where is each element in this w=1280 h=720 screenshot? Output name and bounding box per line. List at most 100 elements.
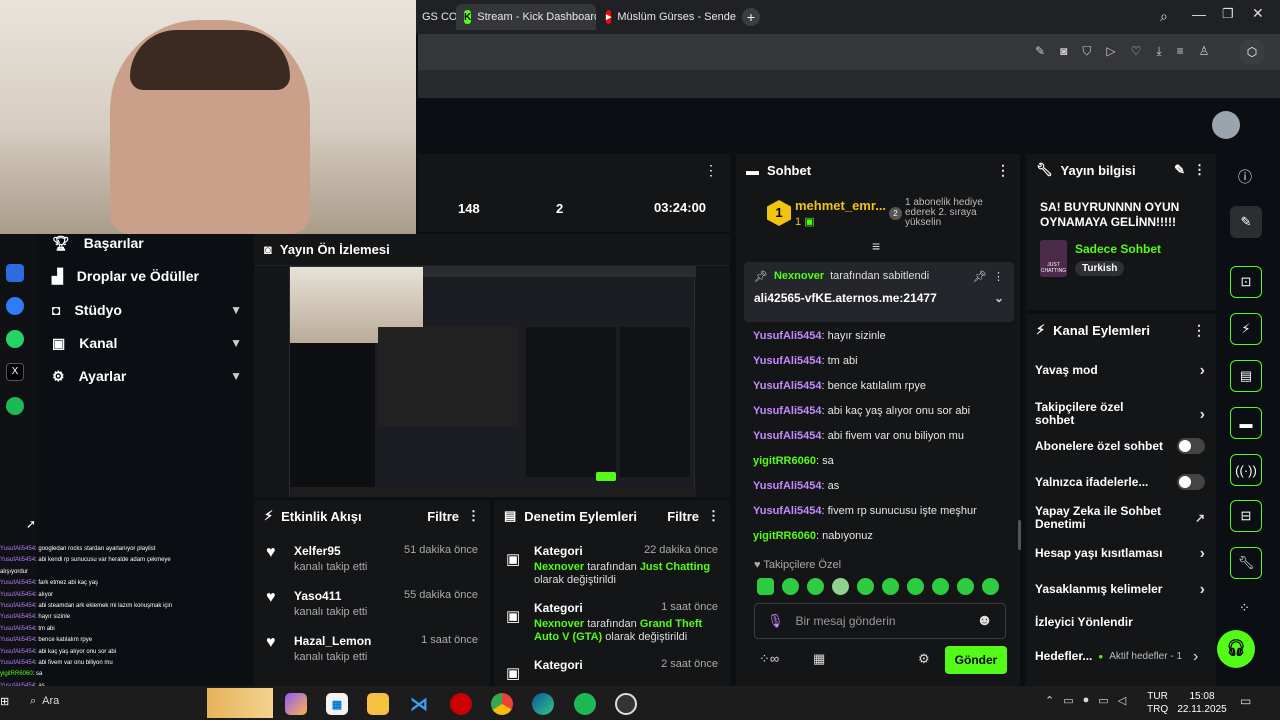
channel-action-2[interactable]: Abonelere özel sohbet [1035, 438, 1205, 454]
language-indicator[interactable]: TUR TRQ [1147, 690, 1168, 716]
broadcast-toggle-button[interactable]: ((·)) [1230, 454, 1262, 486]
play-icon[interactable]: ▷ [1106, 44, 1115, 59]
vscode-icon[interactable]: ⋊ [408, 693, 430, 715]
chat-username[interactable]: YusufAli5454 [753, 330, 821, 342]
tab-kick-dashboard[interactable]: K Stream - Kick Dashboard [456, 4, 596, 30]
chat-username[interactable]: YusufAli5454 [753, 380, 821, 392]
chat-menu-icon[interactable]: ⋮ [996, 162, 1010, 179]
camera-icon[interactable]: ◙ [1060, 44, 1067, 59]
emote-icon[interactable] [782, 578, 799, 595]
extension-icon[interactable]: ⬡ [1240, 40, 1264, 64]
restore-icon[interactable]: ❐ [1222, 6, 1234, 22]
spotify-icon[interactable] [6, 397, 24, 415]
new-tab-button[interactable]: + [742, 8, 760, 26]
chat-message[interactable]: YusufAli5454: bence katılalım rpye [753, 380, 926, 392]
chat-message[interactable]: YusufAli5454: abi fivem var onu biliyon … [753, 430, 964, 442]
channel-actions-menu-icon[interactable]: ⋮ [1192, 322, 1206, 339]
channel-action-5[interactable]: Hesap yaşı kısıtlaması › [1035, 546, 1205, 562]
toggle-switch[interactable] [1177, 438, 1205, 454]
moderation-item[interactable]: ▣ Kategori 1 saat önce Nexnover tarafından … [494, 601, 730, 658]
chat-username[interactable]: YusufAli5454 [753, 355, 821, 367]
profile-icon[interactable]: ♙ [1199, 44, 1210, 59]
chevron-up-icon[interactable]: ⌃ [1045, 694, 1054, 707]
channel-action-6[interactable]: Yasaklanmış kelimeler › [1035, 582, 1205, 598]
category-link[interactable]: Sadece Sohbet [1075, 242, 1161, 256]
activity-toggle-button[interactable]: ⚡︎ [1230, 313, 1262, 345]
battery-icon[interactable]: ▭ [1098, 694, 1108, 707]
x-icon[interactable]: X [6, 363, 24, 381]
emote-icon[interactable] [857, 578, 874, 595]
sidebar-item-settings[interactable]: ⚙ Ayarlar ▼ [52, 363, 242, 389]
chat-filter-icon[interactable]: ≡ [872, 238, 880, 254]
top-user[interactable]: mehmet_emr... [795, 198, 886, 213]
chat-message[interactable]: YusufAli5454: tm abi [753, 355, 858, 367]
activity-item[interactable]: ♥ Hazal_Lemon kanalı takip etti 1 saat önce [254, 634, 490, 679]
edge-icon[interactable] [532, 693, 554, 715]
edit-icon[interactable]: ✎ [1035, 44, 1045, 59]
volume-icon[interactable]: ◁ [1118, 694, 1126, 707]
activity-menu-icon[interactable]: ⋮ [467, 508, 480, 524]
preview-toggle-button[interactable]: ⊡ [1230, 266, 1262, 298]
activity-item[interactable]: ♥ Yaso411 kanalı takip etti 55 dakika önce [254, 589, 490, 634]
moderation-menu-icon[interactable]: ⋮ [707, 508, 720, 524]
copilot-icon[interactable] [285, 693, 307, 715]
activity-filter-button[interactable]: Filtre [427, 509, 459, 524]
support-icon[interactable]: 🎧︎ [1217, 630, 1255, 668]
chat-username[interactable]: yigitRR6060 [753, 455, 816, 467]
emoji-icon[interactable]: ☻ [976, 612, 993, 630]
chat-message[interactable]: yigitRR6060: nabıyonuz [753, 530, 873, 542]
emote-icon[interactable] [907, 578, 924, 595]
device-icon[interactable]: ▭ [1063, 694, 1073, 707]
heart-icon[interactable]: ♡ [1131, 44, 1142, 59]
chat-message[interactable]: YusufAli5454: fivem rp sunucusu işte meş… [753, 505, 977, 517]
chat-username[interactable]: YusufAli5454 [753, 405, 821, 417]
explorer-icon[interactable] [367, 693, 389, 715]
chat-scrollbar[interactable] [1018, 520, 1021, 550]
edit-icon[interactable]: ✎ [1174, 162, 1185, 178]
stats-menu-icon[interactable]: ⋮ [704, 162, 718, 179]
moderation-item[interactable]: ▣ Kategori 22 dakika önce Nexnover tarafınd… [494, 544, 730, 601]
chat-username[interactable]: YusufAli5454 [753, 480, 821, 492]
chat-username[interactable]: YusufAli5454 [753, 430, 821, 442]
chat-input[interactable]: 🎙︎ Bir mesaj gönderin ☻ [754, 603, 1006, 639]
chat-message[interactable]: YusufAli5454: hayır sizinle [753, 330, 886, 342]
points-icon[interactable]: ⁘∞ [759, 651, 779, 667]
start-icon[interactable]: ⊞ [0, 695, 26, 711]
moderation-toggle-button[interactable]: ▤ [1230, 360, 1262, 392]
minimize-icon[interactable]: — [1192, 6, 1206, 22]
stream-info-menu-icon[interactable]: ⋮ [1193, 162, 1206, 178]
download-icon[interactable]: ⤓ [1156, 44, 1161, 59]
whatsapp-icon[interactable] [6, 330, 24, 348]
emote-icon[interactable] [932, 578, 949, 595]
emote-icon[interactable] [757, 578, 774, 595]
avatar[interactable] [1212, 111, 1240, 139]
sidebar-item-drops[interactable]: ▟ Droplar ve Ödüller [52, 263, 242, 289]
extensions-icon[interactable]: ⁘ [1239, 600, 1250, 616]
info-icon[interactable]: ⓘ [1238, 167, 1252, 187]
microphone-icon[interactable]: 🎙︎ [767, 613, 784, 629]
chat-message[interactable]: YusufAli5454: abi kaç yaş alıyor onu sor… [753, 405, 970, 417]
close-icon[interactable]: ✕ [1252, 5, 1264, 22]
moderation-filter-button[interactable]: Filtre [667, 509, 699, 524]
activity-item[interactable]: ♥ Xelfer95 kanalı takip etti 51 dakika önce [254, 544, 490, 589]
edit-mode-button[interactable]: ✎ [1230, 206, 1262, 238]
widgets-thumbnail[interactable] [207, 688, 273, 718]
emote-icon[interactable] [832, 578, 849, 595]
chat-message[interactable]: yigitRR6060: sa [753, 455, 834, 467]
pinned-message[interactable]: 📌︎ Nexnover tarafından sabitlendi 📌︎ ⋮ a… [744, 262, 1014, 322]
tab-youtube[interactable]: ▶ Müslüm Gürses - Senden V [598, 4, 736, 30]
layout-toggle-button[interactable]: ⊟ [1230, 500, 1262, 532]
emote-icon[interactable] [807, 578, 824, 595]
moderation-item[interactable]: ▣ Kategori 2 saat önce [494, 658, 730, 686]
notification-icon[interactable]: ▭ [1240, 694, 1251, 708]
tools-toggle-button[interactable]: 🔧︎ [1230, 547, 1262, 579]
emote-icon[interactable] [957, 578, 974, 595]
channel-action-3[interactable]: Yalnızca ifadelerle... [1035, 474, 1205, 490]
store-taskbar-icon[interactable]: ▦ [326, 693, 348, 715]
toggle-switch[interactable] [1177, 474, 1205, 490]
send-button[interactable]: Gönder [945, 646, 1007, 674]
chat-username[interactable]: yigitRR6060 [753, 530, 816, 542]
channel-action-4[interactable]: Yapay Zeka ile Sohbet Denetimi ↗ [1035, 505, 1205, 531]
chat-toggle-button[interactable]: ▬ [1230, 407, 1262, 439]
sidebar-item-achievements[interactable]: 🏆︎ Başarılar [52, 230, 242, 256]
